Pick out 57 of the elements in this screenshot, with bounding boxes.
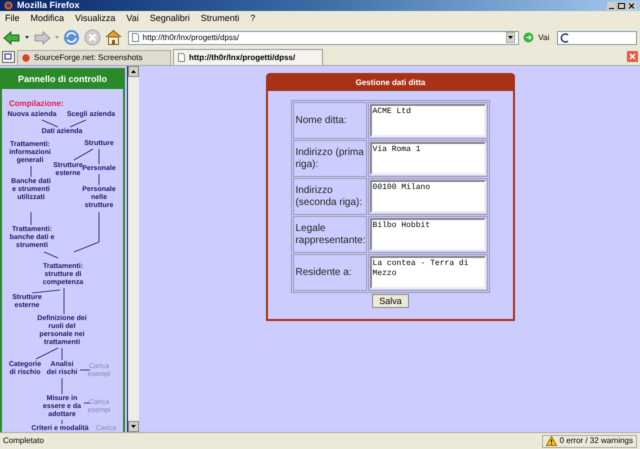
dropdown-caret-icon[interactable] bbox=[24, 36, 29, 39]
browser-tab[interactable]: http://th0r/lnx/progetti/dpss/ bbox=[173, 49, 323, 65]
reload-icon[interactable] bbox=[62, 29, 80, 46]
page-icon bbox=[132, 33, 139, 42]
scroll-up-icon[interactable] bbox=[131, 70, 136, 73]
connector-line bbox=[36, 348, 58, 360]
field-label: Indirizzo (seconda riga): bbox=[293, 178, 367, 215]
save-button[interactable]: Salva bbox=[372, 294, 409, 308]
connector-line bbox=[70, 120, 86, 128]
field-label: Indirizzo (prima riga): bbox=[293, 140, 367, 177]
text-area[interactable]: 00100 Milano bbox=[370, 180, 486, 213]
connector-line bbox=[98, 148, 100, 164]
menu-item[interactable]: Visualizza bbox=[75, 12, 116, 26]
address-field[interactable]: http://th0r/lnx/progetti/dpss/ bbox=[128, 30, 520, 44]
minimize-button[interactable] bbox=[607, 2, 616, 10]
home-icon[interactable] bbox=[104, 29, 122, 46]
text-area[interactable]: La contea - Terra di Mezzo bbox=[370, 256, 486, 289]
scrollbar[interactable] bbox=[127, 66, 139, 432]
window-title: Mozilla Firefox bbox=[17, 1, 80, 10]
menu-item[interactable]: File bbox=[5, 12, 20, 26]
maximize-button[interactable] bbox=[617, 2, 626, 10]
menu-item[interactable]: ? bbox=[250, 12, 256, 26]
warnings-indicator[interactable]: 0 error / 32 warnings bbox=[542, 434, 637, 448]
connector-line bbox=[32, 290, 60, 294]
close-tab-icon[interactable] bbox=[627, 51, 638, 62]
menu-item[interactable]: Segnalibri bbox=[150, 12, 190, 26]
close-icon[interactable] bbox=[627, 2, 636, 10]
connector-line bbox=[84, 402, 90, 404]
back-arrow-icon[interactable] bbox=[3, 30, 21, 46]
text-area[interactable]: Bilbo Hobbit bbox=[370, 218, 486, 251]
text-area[interactable]: ACME Ltd bbox=[370, 104, 486, 137]
go-label[interactable]: Vai bbox=[538, 32, 550, 44]
scroll-down-icon[interactable] bbox=[131, 425, 136, 428]
section-heading: Compilazione: bbox=[9, 98, 64, 110]
field-label: Residente a: bbox=[293, 254, 367, 291]
status-text: Completato bbox=[3, 435, 44, 447]
form-header: Gestione dati ditta bbox=[268, 75, 513, 91]
menu-item[interactable]: Vai bbox=[126, 12, 139, 26]
connector-line bbox=[74, 148, 94, 160]
go-arrow-icon[interactable] bbox=[523, 32, 534, 43]
page-icon bbox=[178, 53, 185, 62]
tab-list-icon[interactable] bbox=[2, 51, 15, 63]
connector-line bbox=[30, 166, 32, 178]
browser-tab[interactable]: SourceForge.net: Screenshots bbox=[17, 50, 171, 65]
connector-line bbox=[44, 252, 58, 258]
menu-item[interactable]: Strumenti bbox=[200, 12, 240, 26]
field-label: Nome ditta: bbox=[293, 102, 367, 139]
search-field[interactable] bbox=[557, 30, 637, 44]
dropdown-caret-icon[interactable] bbox=[506, 32, 516, 43]
menu-item[interactable]: Modifica bbox=[30, 12, 64, 26]
panel-header: Pannello di controllo bbox=[2, 70, 123, 89]
connector-line bbox=[42, 120, 58, 128]
field-label: Legale rappresentante: bbox=[293, 216, 367, 253]
connector-line bbox=[98, 174, 100, 186]
warning-icon bbox=[546, 436, 557, 446]
text-area[interactable]: Via Roma 1 bbox=[370, 142, 486, 175]
connector-line bbox=[30, 212, 32, 226]
